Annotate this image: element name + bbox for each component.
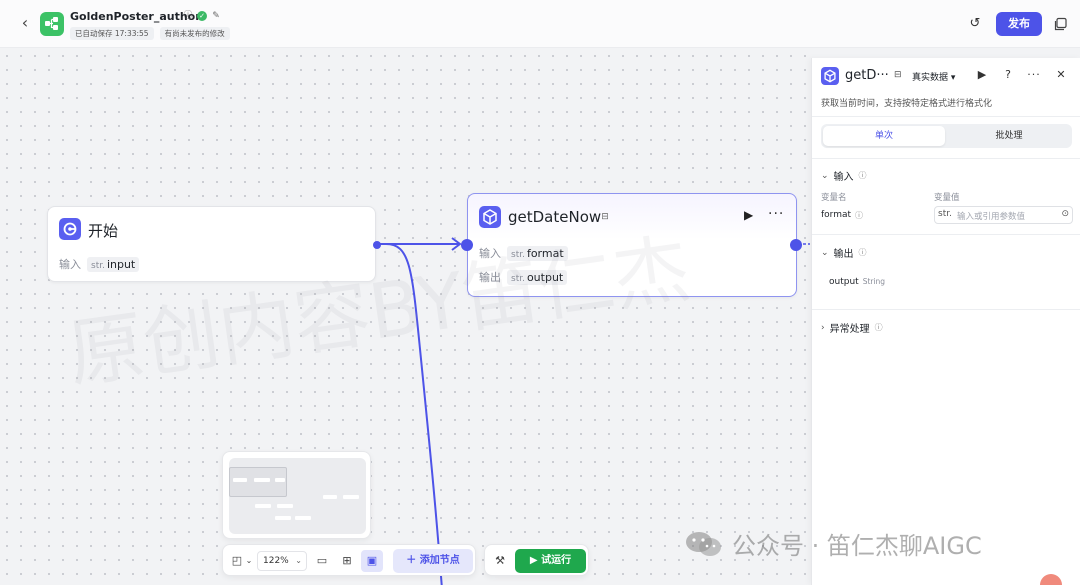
back-arrow-icon[interactable]: ‹ (16, 14, 34, 32)
getdatenow-node[interactable]: getDateNow ⊟ ▶ ··· 输入 str. format 输出 str.… (461, 193, 802, 297)
check-circle-icon: ✓ (197, 11, 207, 21)
minimap-viewport[interactable] (229, 467, 287, 497)
run-mode-tabs: 单次 批处理 (821, 124, 1072, 148)
var-value-header: 变量值 (934, 193, 960, 203)
date-input-port[interactable] (461, 239, 473, 251)
comment-icon[interactable]: ▭ (314, 553, 330, 569)
info-icon: ⓘ (858, 248, 867, 257)
unpublished-badge: 有尚未发布的修改 (159, 27, 230, 40)
publish-button[interactable]: 发布 (996, 12, 1042, 36)
var-name-header: 变量名 (821, 193, 847, 203)
canvas-toolbar: ◰ ⌄ 122% ⌄ ▭ ⊞ ▣ ＋ 添加节点 (222, 544, 476, 576)
chevron-right-icon: › (821, 322, 825, 333)
tab-single[interactable]: 单次 (823, 126, 945, 146)
history-icon[interactable]: ↺ (967, 16, 983, 32)
panel-title: getD··· (845, 68, 889, 83)
minimap-toggle[interactable]: ▣ (361, 550, 383, 572)
top-bar: ‹ GoldenPoster_author ⓘ ✓ ✎ 已自动保存 17:33:… (0, 0, 1080, 48)
chevron-down-icon[interactable]: ⌄ (241, 553, 257, 569)
info-icon: ⓘ (874, 323, 883, 332)
variable-ref-icon[interactable]: ⊙ (1061, 209, 1069, 219)
chevron-down-icon: ⌄ (821, 170, 829, 181)
start-node-title: 开始 (88, 222, 119, 240)
info-icon: ⓘ (858, 171, 867, 180)
play-icon[interactable]: ▶ (744, 208, 753, 222)
zoom-select[interactable]: 122% ⌄ (257, 551, 307, 571)
help-icon[interactable]: ? (1001, 68, 1015, 82)
info-icon: ⓘ (855, 211, 864, 220)
output-param: output String (829, 277, 886, 287)
wrench-icon[interactable]: ⚒ (492, 553, 508, 569)
start-output-port[interactable] (373, 241, 381, 249)
play-icon[interactable]: ▶ (975, 68, 989, 82)
store-icon: ⊟ (601, 212, 609, 222)
info-icon[interactable]: ⓘ (183, 11, 193, 21)
date-input-tag: str. format (507, 245, 568, 261)
start-icon (59, 218, 81, 240)
test-run-button[interactable]: ▶ 试运行 (515, 549, 586, 573)
start-input-label: 输入 (59, 258, 81, 271)
database-icon: ⊟ (894, 70, 902, 80)
date-output-label: 输出 (479, 271, 501, 284)
more-icon[interactable]: ··· (768, 206, 784, 222)
date-input-label: 输入 (479, 247, 501, 260)
start-node[interactable]: 开始 输入 str. input (47, 206, 381, 282)
layout-grid-icon[interactable]: ⊞ (339, 553, 355, 569)
exception-section-header[interactable]: › 异常处理 ⓘ (821, 320, 883, 336)
app-logo (40, 12, 64, 36)
chevron-down-icon: ⌄ (821, 247, 829, 258)
panel-description: 获取当前时间，支持按特定格式进行格式化 (821, 99, 993, 109)
format-param-label: format ⓘ (821, 210, 864, 220)
copy-icon[interactable] (1054, 16, 1070, 32)
output-section-header[interactable]: ⌄ 输出 ⓘ (821, 245, 867, 261)
minimap-icon: ▣ (366, 554, 378, 567)
plugin-cube-icon (479, 206, 501, 228)
date-output-tag: str. output (507, 269, 568, 285)
connection-lines (378, 237, 810, 585)
workflow-canvas[interactable]: 开始 输入 str. input getDateNow ⊟ ▶ ··· 输入 st… (0, 49, 810, 585)
date-output-port[interactable] (790, 239, 802, 251)
app-title: GoldenPoster_author (70, 10, 201, 23)
data-mode-select[interactable]: 真实数据 ▾ (912, 70, 955, 83)
more-icon[interactable]: ··· (1027, 68, 1041, 82)
start-input-tag: str. input (87, 256, 140, 272)
format-value-input[interactable]: str. 输入或引用参数值 ⊙ (934, 206, 1073, 224)
run-toolbar: ⚒ ▶ 试运行 (484, 544, 589, 576)
tab-batch[interactable]: 批处理 (948, 126, 1070, 146)
edit-icon[interactable]: ✎ (211, 11, 221, 21)
getdatenow-title: getDateNow (508, 208, 602, 226)
input-section-header[interactable]: ⌄ 输入 ⓘ (821, 168, 867, 184)
add-node-button[interactable]: ＋ 添加节点 (393, 549, 473, 573)
close-icon[interactable]: ✕ (1054, 68, 1068, 82)
node-detail-panel: getD··· ⊟ 真实数据 ▾ ▶ ? ··· ✕ 获取当前时间，支持按特定格… (811, 58, 1080, 585)
autosave-badge: 已自动保存 17:33:55 (70, 27, 154, 40)
minimap[interactable] (222, 451, 371, 539)
plugin-cube-icon (821, 67, 839, 85)
